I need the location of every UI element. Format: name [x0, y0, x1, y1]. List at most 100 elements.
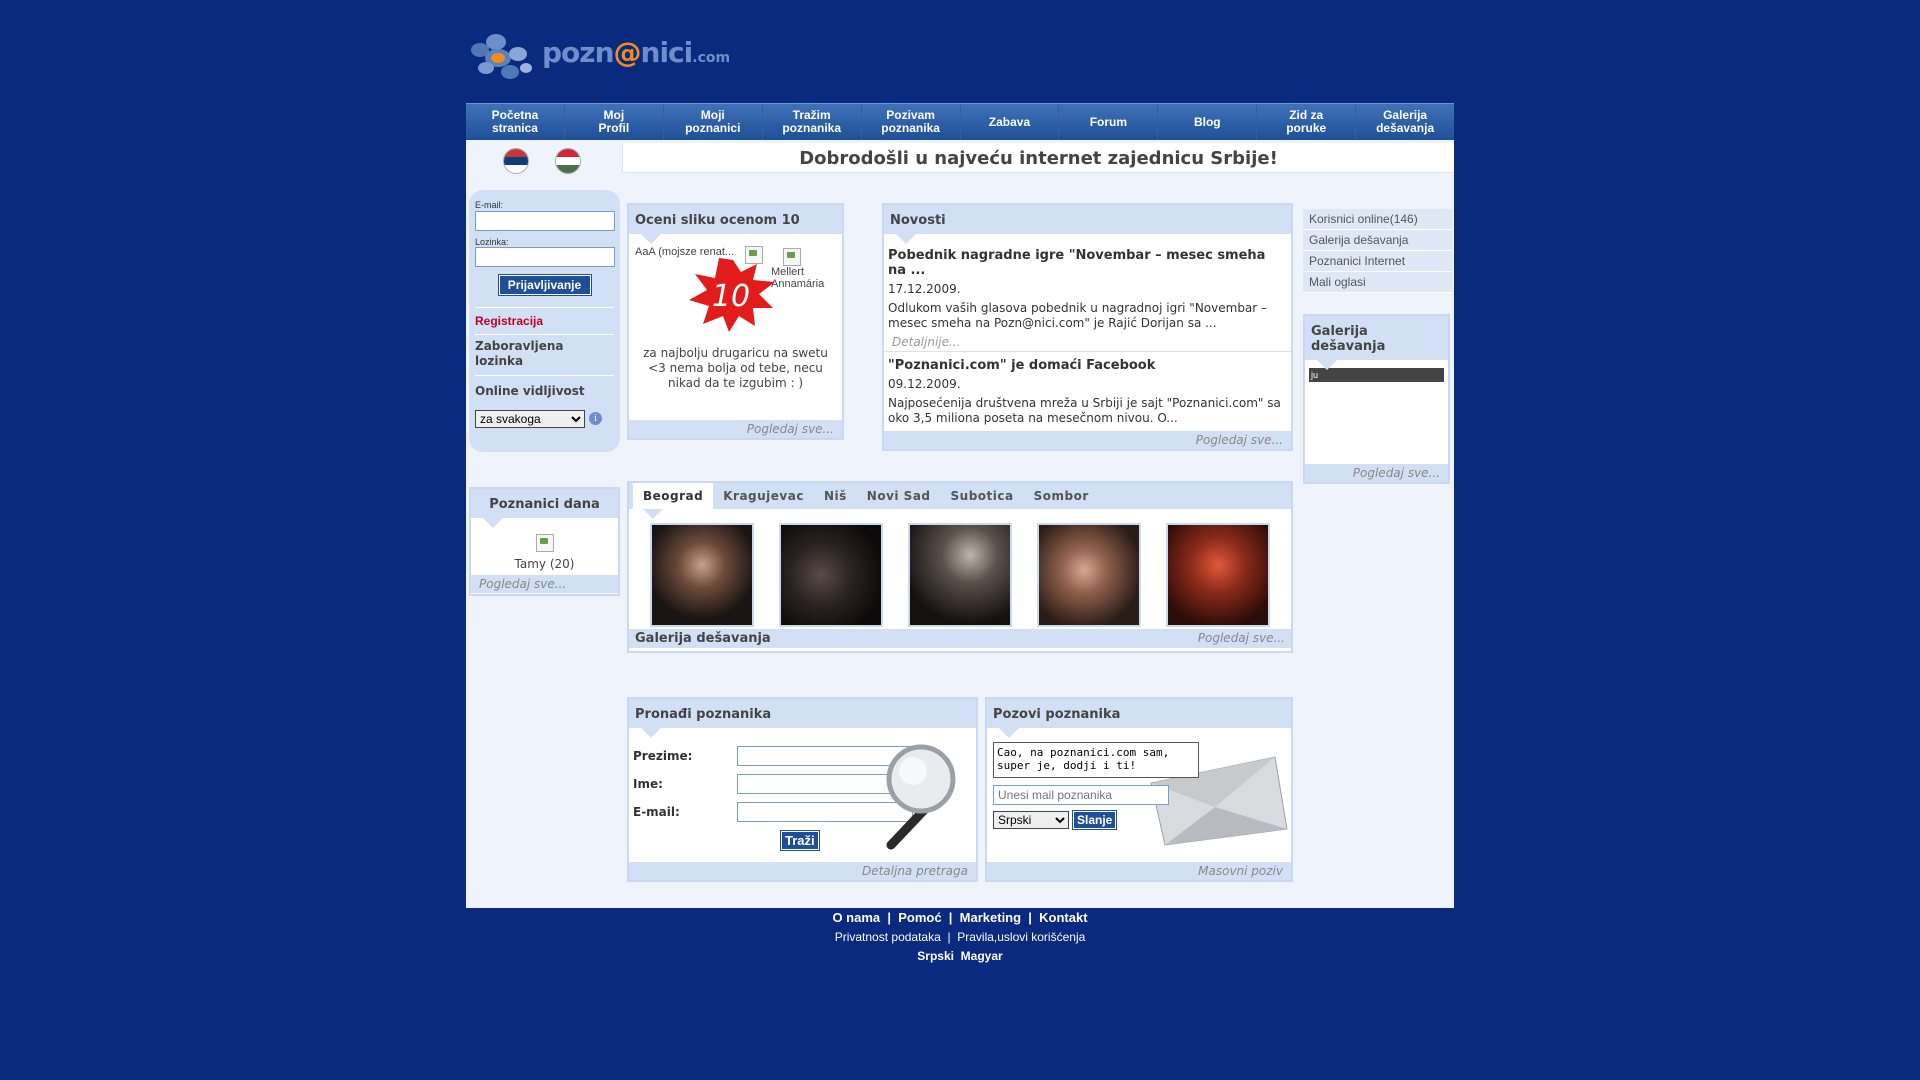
- gallery-photo[interactable]: [1166, 523, 1271, 627]
- nav-forum[interactable]: Forum: [1059, 104, 1159, 140]
- tab-nis[interactable]: Niš: [814, 483, 857, 509]
- footer: O nama | Pomoć | Marketing | Kontakt Pri…: [832, 910, 1088, 963]
- rate-photo-more[interactable]: Pogledaj sve...: [629, 420, 842, 438]
- gallery-side-strip[interactable]: ju: [1309, 368, 1444, 382]
- invite-friend-title: Pozovi poznanika: [987, 699, 1291, 738]
- nav-moj-profil[interactable]: Moj Profil: [565, 104, 664, 140]
- register-link[interactable]: Registracija: [475, 307, 614, 328]
- magnifier-icon: [886, 744, 956, 850]
- login-box: E-mail: Lozinka: Prijavljivanje Registra…: [469, 190, 620, 452]
- nav-zid[interactable]: Zid za poruke: [1257, 104, 1357, 140]
- rate-caption: za najbolju drugaricu na swetu <3 nema b…: [643, 346, 828, 390]
- nav-trazim[interactable]: Tražim poznanika: [763, 104, 862, 140]
- news-item: Pobednik nagradne igre "Novembar – mesec…: [884, 234, 1291, 352]
- gallery-photo[interactable]: [778, 523, 883, 627]
- news-box: Novosti Pobednik nagradne igre "Novembar…: [882, 203, 1293, 451]
- invite-email-field[interactable]: [993, 785, 1169, 805]
- send-invite-button[interactable]: Slanje: [1071, 810, 1118, 830]
- tab-novi-sad[interactable]: Novi Sad: [857, 483, 941, 509]
- city-tabs: Beograd Kragujevac Niš Novi Sad Subotica…: [629, 483, 1291, 519]
- nav-moji-poznanici[interactable]: Moji poznanici: [664, 104, 763, 140]
- tab-kragujevac[interactable]: Kragujevac: [713, 483, 814, 509]
- login-button[interactable]: Prijavljivanje: [497, 274, 592, 296]
- news-more[interactable]: Pogledaj sve...: [884, 431, 1291, 449]
- footer-privatnost[interactable]: Privatnost podataka: [835, 930, 941, 944]
- news-title: Novosti: [884, 205, 1291, 244]
- detailed-search-link[interactable]: Detaljna pretraga: [629, 862, 976, 880]
- gallery-photo[interactable]: [1037, 523, 1142, 627]
- serbian-flag-icon[interactable]: [503, 148, 529, 174]
- news-item-date: 17.12.2009.: [888, 282, 961, 296]
- gallery-footer: Galerija dešavanja Pogledaj sve...: [629, 629, 1291, 648]
- right-menu-galerija[interactable]: Galerija dešavanja: [1303, 230, 1452, 251]
- password-label: Lozinka:: [475, 236, 509, 247]
- gallery-photo[interactable]: [649, 523, 754, 627]
- right-menu-internet[interactable]: Poznanici Internet: [1303, 251, 1452, 272]
- invite-language-select[interactable]: Srpski: [993, 811, 1069, 829]
- city-gallery: Beograd Kragujevac Niš Novi Sad Subotica…: [627, 481, 1293, 653]
- footer-pomoc[interactable]: Pomoć: [898, 910, 941, 925]
- find-friend-box: Pronađi poznanika Prezime: Ime: E-mail: …: [627, 697, 978, 882]
- rate-photo-2[interactable]: [783, 248, 801, 266]
- email-search-label: E-mail:: [633, 805, 680, 819]
- prezime-label: Prezime:: [633, 749, 693, 763]
- site-logo[interactable]: pozn@nici.com: [466, 24, 730, 84]
- gallery-side-title: Galerija dešavanja: [1305, 316, 1448, 370]
- footer-marketing[interactable]: Marketing: [960, 910, 1021, 925]
- nav-galerija[interactable]: Galerija dešavanja: [1356, 104, 1454, 140]
- footer-lang-srpski[interactable]: Srpski: [917, 949, 954, 963]
- ime-label: Ime:: [633, 777, 663, 791]
- rate-ten-badge-icon[interactable]: 10: [683, 254, 783, 334]
- news-item-date: 09.12.2009.: [888, 377, 961, 391]
- member-name[interactable]: Tamy (20): [471, 557, 618, 571]
- news-item-text: Odlukom vaših glasova pobednik u nagradn…: [888, 301, 1268, 330]
- info-icon[interactable]: i: [589, 412, 602, 425]
- online-visibility-label: Online vidljivost: [475, 384, 585, 398]
- news-item-more[interactable]: Detaljnije...: [888, 331, 1287, 351]
- footer-o-nama[interactable]: O nama: [832, 910, 880, 925]
- search-button[interactable]: Traži: [780, 830, 820, 851]
- email-field[interactable]: [475, 210, 615, 231]
- poznanici-dana-box: Poznanici dana Tamy (20) Pogledaj sve...: [469, 487, 620, 596]
- nav-blog[interactable]: Blog: [1158, 104, 1258, 140]
- gallery-photo[interactable]: [907, 523, 1012, 627]
- news-item-title[interactable]: Pobednik nagradne igre "Novembar – mesec…: [888, 248, 1287, 278]
- tab-beograd[interactable]: Beograd: [633, 483, 714, 509]
- online-visibility-select[interactable]: za svakoga: [475, 410, 585, 428]
- footer-lang-magyar[interactable]: Magyar: [961, 949, 1003, 963]
- footer-kontakt[interactable]: Kontakt: [1039, 910, 1087, 925]
- right-menu-mali-oglasi[interactable]: Mali oglasi: [1303, 272, 1452, 293]
- welcome-heading: Dobrodošli u najveću internet zajednicu …: [622, 143, 1454, 173]
- svg-text:10: 10: [712, 279, 750, 314]
- gallery-more[interactable]: Pogledaj sve...: [1198, 631, 1285, 646]
- rate-photo-title: Oceni sliku ocenom 10: [629, 205, 842, 244]
- main-nav: Početna stranica Moj Profil Moji poznani…: [466, 103, 1454, 140]
- nav-zabava[interactable]: Zabava: [961, 104, 1060, 140]
- mass-invite-link[interactable]: Masovni poziv: [987, 862, 1291, 880]
- password-field[interactable]: [475, 247, 615, 267]
- news-item-text: Najposećenija društvena mreža u Srbiji j…: [888, 396, 1281, 425]
- gallery-side-box: Galerija dešavanja ju Pogledaj sve...: [1303, 314, 1450, 484]
- logo-dots-icon: [471, 34, 532, 79]
- right-menu-users-online[interactable]: Korisnici online(146): [1303, 209, 1452, 230]
- tab-sombor[interactable]: Sombor: [1024, 483, 1099, 509]
- nav-pocetna[interactable]: Početna stranica: [466, 104, 565, 140]
- nav-pozivam[interactable]: Pozivam poznanika: [862, 104, 961, 140]
- find-friend-title: Pronađi poznanika: [629, 699, 976, 738]
- gallery-side-more[interactable]: Pogledaj sve...: [1305, 464, 1448, 482]
- poznanici-dana-more[interactable]: Pogledaj sve...: [471, 575, 618, 593]
- right-menu: Korisnici online(146) Galerija dešavanja…: [1303, 209, 1452, 293]
- logo-text: pozn@nici.com: [542, 36, 731, 69]
- invite-friend-box: Pozovi poznanika Cao, na poznanici.com s…: [985, 697, 1293, 882]
- invite-message[interactable]: Cao, na poznanici.com sam, super je, dod…: [993, 742, 1199, 778]
- forgot-password-link[interactable]: Zaboravljena lozinka: [475, 334, 614, 376]
- news-item-title[interactable]: "Poznanici.com" je domaći Facebook: [888, 358, 1287, 373]
- gallery-footer-title: Galerija dešavanja: [635, 631, 771, 646]
- footer-pravila[interactable]: Pravila,uslovi korišćenja: [957, 930, 1085, 944]
- email-label: E-mail:: [475, 200, 504, 210]
- gallery-thumbnails: [629, 509, 1291, 629]
- tab-subotica[interactable]: Subotica: [941, 483, 1024, 509]
- member-photo[interactable]: [535, 534, 554, 552]
- poznanici-dana-title: Poznanici dana: [471, 489, 618, 528]
- hungarian-flag-icon[interactable]: [555, 148, 581, 174]
